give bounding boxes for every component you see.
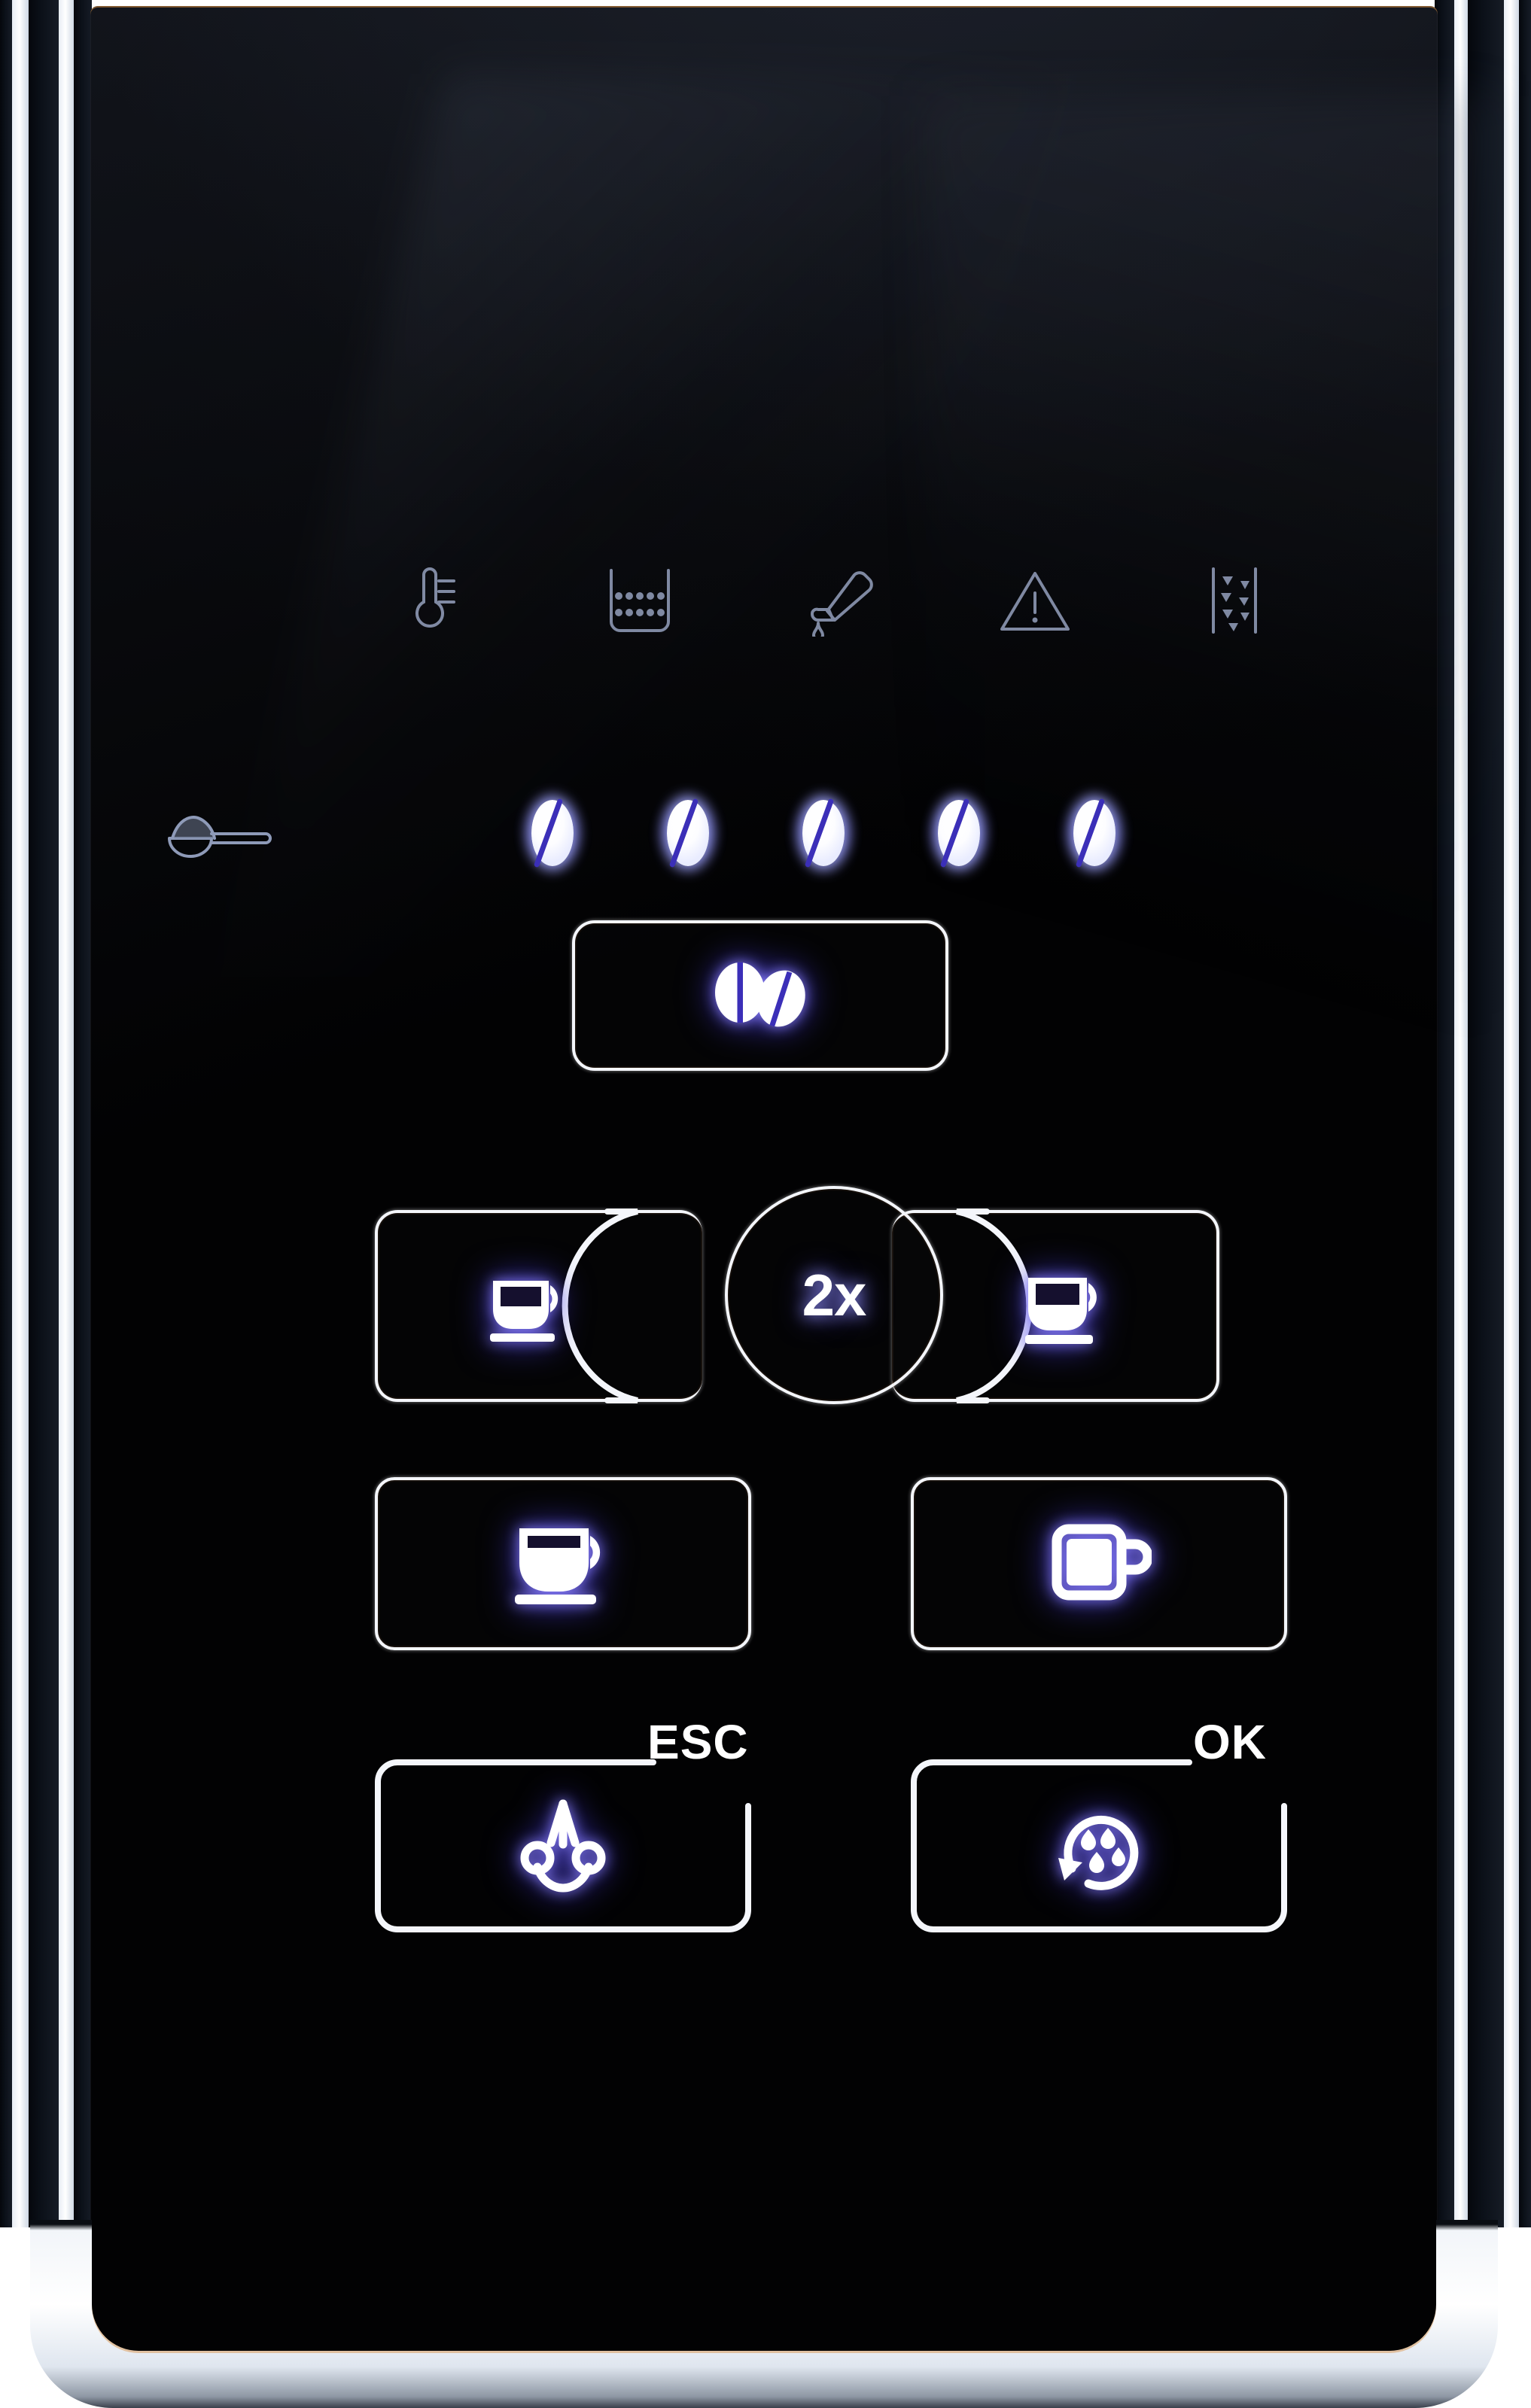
steam-button[interactable] [375,1759,751,1932]
thermometer-icon [384,559,482,642]
chrome-highlight-left-a [12,0,29,2227]
coffee-cup-icon [503,1515,623,1613]
control-panel-content: 2x ESC OK [90,6,1438,2264]
status-indicator-row [90,559,1438,642]
chrome-highlight-right-b [1504,0,1519,2227]
chrome-edge-right-mid [1468,0,1504,2227]
coffee-spoon-icon [162,801,282,866]
coffee-strength-button[interactable] [572,920,948,1071]
strength-led-3 [784,783,863,883]
strength-led-2 [649,783,727,883]
chrome-highlight-right-a [1454,0,1468,2227]
espresso-machine-front-panel: 2x ESC OK [0,0,1531,2408]
espresso-left-button[interactable] [375,1209,702,1403]
mug-button[interactable] [911,1477,1287,1650]
bean-hopper-icon [1186,559,1283,642]
chrome-edge-left-inner [74,0,92,2227]
strength-led-5 [1055,783,1134,883]
coffee-strength-indicator-row [90,783,1438,883]
chrome-edge-left-mid [29,0,59,2227]
double-shot-label: 2x [802,1262,867,1328]
espresso-cup-icon [479,1263,579,1349]
rinse-button[interactable] [911,1759,1287,1932]
chrome-edge-left-outer [0,0,12,2227]
espresso-right-button[interactable] [892,1209,1219,1403]
two-coffee-beans-icon [704,956,817,1035]
coffee-mug-icon [1046,1516,1153,1613]
water-fill-icon [790,559,888,642]
coffee-button[interactable] [375,1477,751,1650]
chrome-edge-right-outer [1519,0,1531,2227]
espresso-cup-icon [1013,1260,1119,1352]
warning-triangle-icon [986,559,1084,642]
grounds-drawer-icon [591,559,689,642]
strength-led-1 [513,783,592,883]
chrome-highlight-left-b [59,0,74,2227]
strength-led-4 [920,783,998,883]
